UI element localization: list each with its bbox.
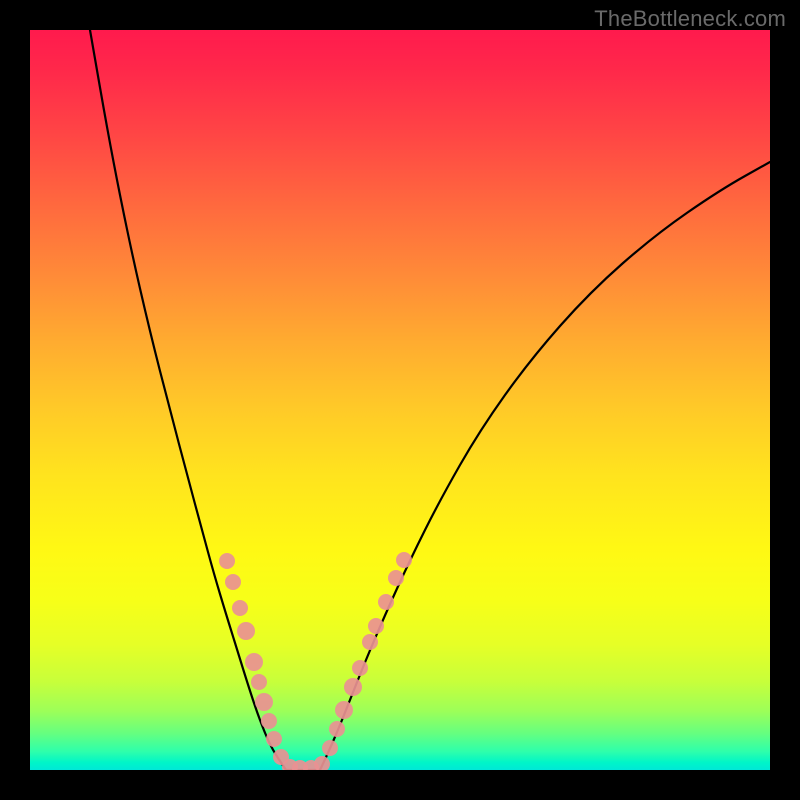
data-marker	[344, 678, 362, 696]
data-marker	[232, 600, 248, 616]
data-marker	[352, 660, 368, 676]
data-marker	[245, 653, 263, 671]
data-marker	[314, 756, 330, 770]
data-marker	[237, 622, 255, 640]
data-marker	[388, 570, 404, 586]
data-marker	[261, 713, 277, 729]
data-marker	[362, 634, 378, 650]
plot-area	[30, 30, 770, 770]
data-marker	[219, 553, 235, 569]
data-marker	[322, 740, 338, 756]
curve-layer	[30, 30, 770, 770]
chart-frame: TheBottleneck.com	[0, 0, 800, 800]
data-marker	[396, 552, 412, 568]
data-marker	[225, 574, 241, 590]
watermark-text: TheBottleneck.com	[594, 6, 786, 32]
data-marker	[368, 618, 384, 634]
data-marker	[378, 594, 394, 610]
data-marker	[255, 693, 273, 711]
data-marker	[335, 701, 353, 719]
data-marker	[329, 721, 345, 737]
marker-group	[219, 552, 412, 770]
right-curve	[320, 162, 770, 770]
data-marker	[266, 731, 282, 747]
data-marker	[251, 674, 267, 690]
